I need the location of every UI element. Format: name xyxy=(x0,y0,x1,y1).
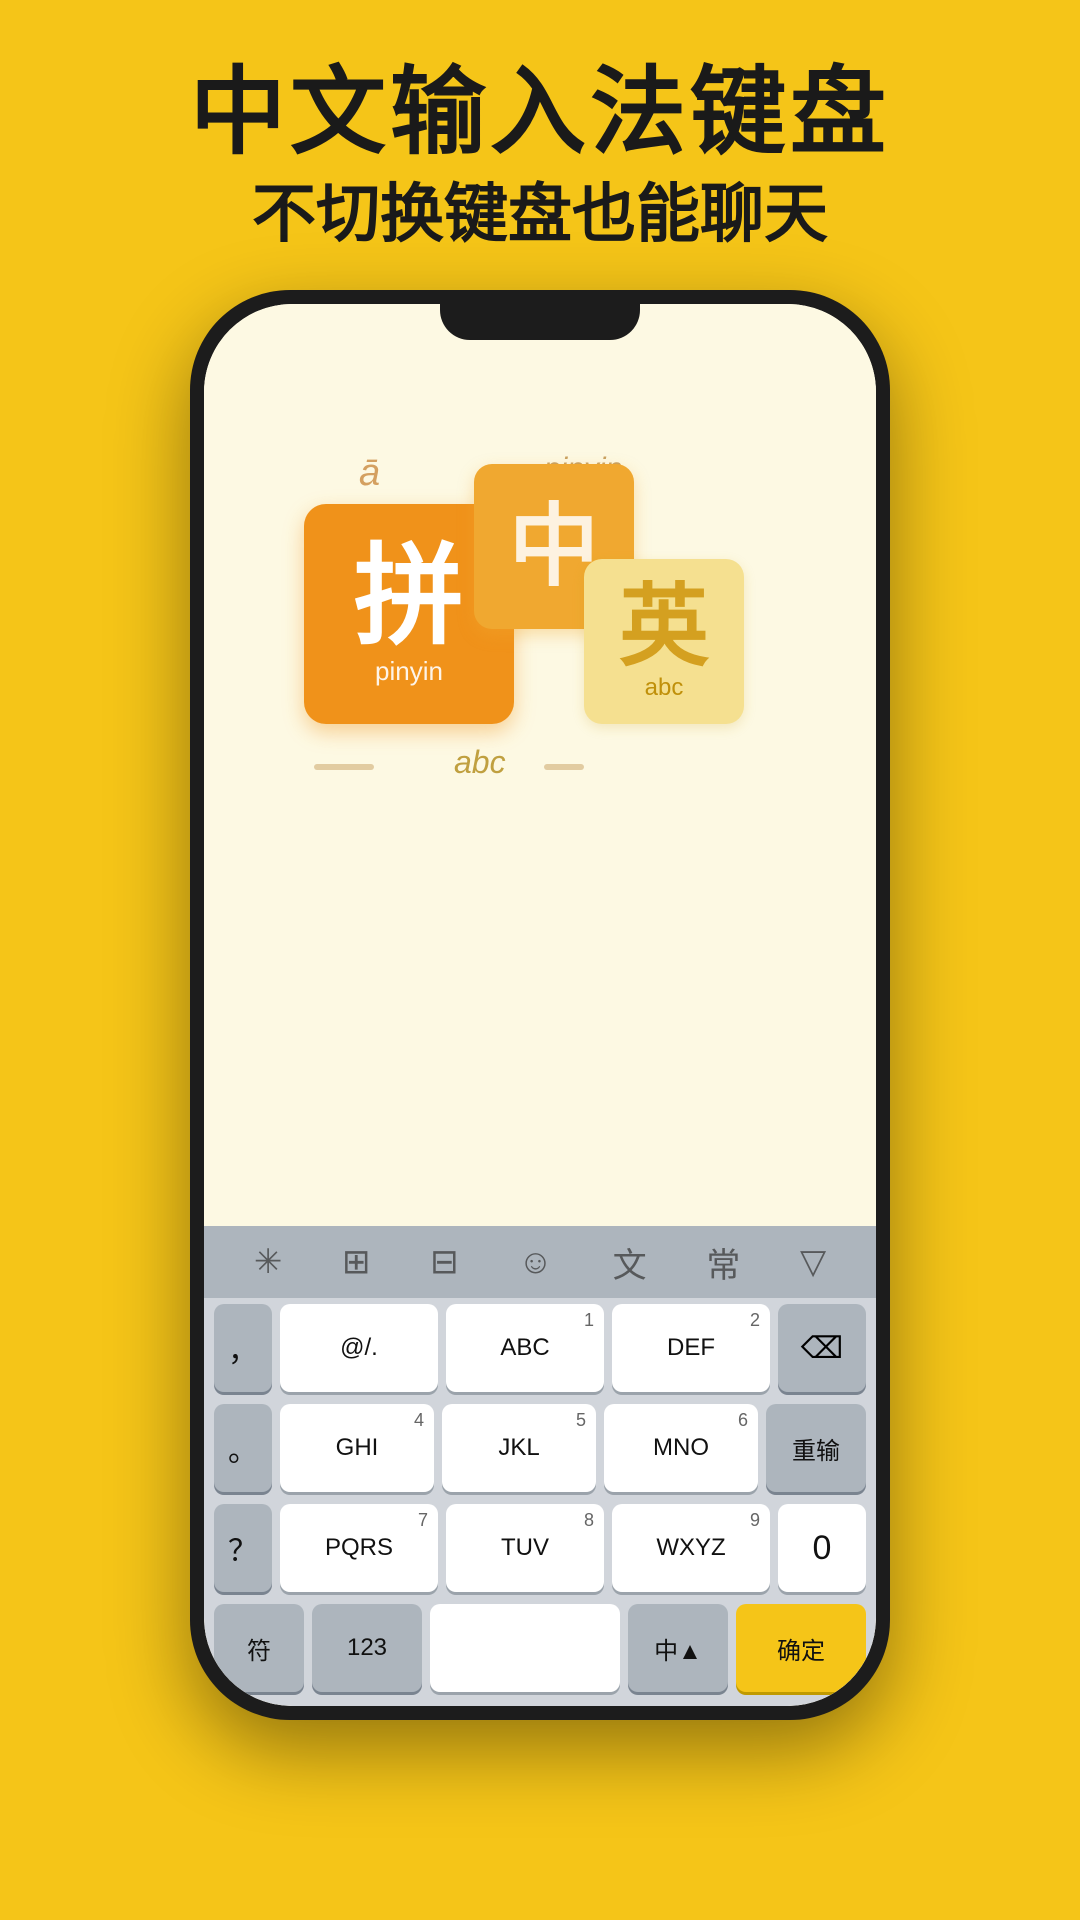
header: 中文输入法键盘 不切换键盘也能聊天 xyxy=(0,0,1080,252)
phone-notch xyxy=(440,304,640,340)
key-confirm[interactable]: 确定 xyxy=(736,1604,866,1692)
key-space[interactable] xyxy=(430,1604,620,1692)
keys-area: ā pinyin 拼 pinyin 中 英 abc xyxy=(204,304,876,1226)
keyboard-row-1: ， @/. 1 ABC 2 DEF xyxy=(204,1298,876,1398)
key-at-label: @/. xyxy=(340,1334,378,1362)
title-sub: 不切换键盘也能聊天 xyxy=(0,176,1080,253)
key-comma[interactable]: ， xyxy=(214,1304,272,1392)
key-123[interactable]: 123 xyxy=(312,1604,422,1692)
pinyin-label: pinyin xyxy=(375,656,443,687)
key-zero[interactable]: 0 xyxy=(778,1504,866,1592)
key-jkl-label: JKL xyxy=(498,1434,539,1462)
ying-char: 英 xyxy=(619,582,709,672)
key-fu[interactable]: 符 xyxy=(214,1604,304,1692)
key-wxyz[interactable]: 9 WXYZ xyxy=(612,1504,770,1592)
ying-label: abc xyxy=(645,674,684,702)
key-period-label: 。 xyxy=(228,1426,258,1470)
toolbar-icon-grid[interactable]: ⊞ xyxy=(342,1242,371,1282)
key-abc-label: ABC xyxy=(500,1334,549,1362)
key-pqrs-num: 7 xyxy=(418,1510,428,1531)
key-pqrs[interactable]: 7 PQRS xyxy=(280,1504,438,1592)
key-at[interactable]: @/. xyxy=(280,1304,438,1392)
toolbar-icon-common[interactable]: 常 xyxy=(706,1238,740,1287)
key-def-num: 2 xyxy=(750,1310,760,1331)
key-mno-label: MNO xyxy=(653,1434,709,1462)
key-ghi-num: 4 xyxy=(414,1410,424,1431)
key-abc[interactable]: 1 ABC xyxy=(446,1304,604,1392)
key-abc-num: 1 xyxy=(584,1310,594,1331)
key-pqrs-label: PQRS xyxy=(325,1534,393,1562)
keyboard-row-3: ？ 7 PQRS 8 TUV 9 WXYZ xyxy=(204,1498,876,1598)
toolbar-icon-emoji[interactable]: ☺ xyxy=(518,1243,553,1282)
keyboard-area: ✳ ⊞ ⊟ ☺ 文 常 ▽ ， @/. xyxy=(204,1226,876,1706)
phone-outer: ā pinyin 拼 pinyin 中 英 abc xyxy=(190,290,890,1720)
key-mno-num: 6 xyxy=(738,1410,748,1431)
dash-right xyxy=(544,764,584,770)
key-def-label: DEF xyxy=(667,1334,715,1362)
key-period[interactable]: 。 xyxy=(214,1404,272,1492)
toolbar-icon-cmd[interactable]: ✳ xyxy=(254,1242,283,1282)
key-123-label: 123 xyxy=(347,1634,387,1662)
keyboard-row-bottom: 符 123 中▲ 确定 xyxy=(204,1598,876,1706)
key-question-label: ？ xyxy=(228,1526,258,1570)
key-reenter-label: 重输 xyxy=(792,1431,840,1466)
key-confirm-label: 确定 xyxy=(777,1631,825,1666)
key-zero-label: 0 xyxy=(813,1529,832,1568)
key-backspace[interactable]: ⌫ xyxy=(778,1304,866,1392)
key-tuv-label: TUV xyxy=(501,1534,549,1562)
backspace-icon: ⌫ xyxy=(801,1331,843,1366)
key-ying[interactable]: 英 abc xyxy=(584,559,744,724)
key-wxyz-label: WXYZ xyxy=(656,1534,725,1562)
toolbar-icon-menu[interactable]: ⊟ xyxy=(430,1242,459,1282)
keyboard-toolbar: ✳ ⊞ ⊟ ☺ 文 常 ▽ xyxy=(204,1226,876,1298)
dash-left xyxy=(314,764,374,770)
key-jkl-num: 5 xyxy=(576,1410,586,1431)
key-ghi-label: GHI xyxy=(336,1434,379,1462)
phone-screen: ā pinyin 拼 pinyin 中 英 abc xyxy=(204,304,876,1706)
toolbar-icon-down[interactable]: ▽ xyxy=(800,1242,826,1282)
float-a-bar-label: ā xyxy=(359,452,380,495)
key-reenter[interactable]: 重输 xyxy=(766,1404,866,1492)
phone-mockup: ā pinyin 拼 pinyin 中 英 abc xyxy=(190,290,890,1770)
key-question[interactable]: ？ xyxy=(214,1504,272,1592)
key-tuv[interactable]: 8 TUV xyxy=(446,1504,604,1592)
key-comma-label: ， xyxy=(228,1326,258,1370)
key-fu-label: 符 xyxy=(247,1631,271,1666)
key-zhong-label: 中▲ xyxy=(654,1631,702,1666)
key-zhong-switch[interactable]: 中▲ xyxy=(628,1604,728,1692)
float-abc-label: abc xyxy=(454,744,506,781)
title-main: 中文输入法键盘 xyxy=(0,60,1080,166)
key-ghi[interactable]: 4 GHI xyxy=(280,1404,434,1492)
key-jkl[interactable]: 5 JKL xyxy=(442,1404,596,1492)
toolbar-icon-text[interactable]: 文 xyxy=(613,1238,647,1287)
keyboard-row-2: 。 4 GHI 5 JKL 6 MNO xyxy=(204,1398,876,1498)
pinyin-char: 拼 xyxy=(354,542,464,652)
key-wxyz-num: 9 xyxy=(750,1510,760,1531)
screen-content: ā pinyin 拼 pinyin 中 英 abc xyxy=(204,304,876,1706)
key-tuv-num: 8 xyxy=(584,1510,594,1531)
key-def[interactable]: 2 DEF xyxy=(612,1304,770,1392)
key-mno[interactable]: 6 MNO xyxy=(604,1404,758,1492)
